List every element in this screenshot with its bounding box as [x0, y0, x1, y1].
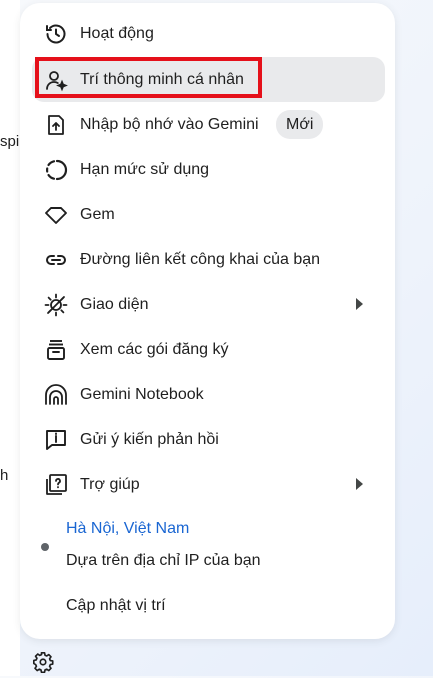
menu-item-personal-intelligence[interactable]: Trí thông minh cá nhân	[20, 57, 395, 102]
link-icon	[42, 246, 70, 274]
subscription-icon	[42, 336, 70, 364]
background-panel	[0, 0, 20, 676]
menu-item-label: Gem	[80, 205, 115, 223]
menu-item-usage-limit[interactable]: Hạn mức sử dụng	[20, 147, 395, 192]
menu-item-theme[interactable]: Giao diện	[20, 282, 395, 327]
menu-item-label: Trí thông minh cá nhân	[80, 70, 244, 88]
location-dot	[41, 543, 49, 551]
notebook-icon	[42, 381, 70, 409]
usage-limit-icon	[42, 156, 70, 184]
menu-item-label: Nhập bộ nhớ vào Gemini	[80, 115, 259, 133]
settings-gear-icon[interactable]	[32, 651, 54, 674]
menu-item-label: Xem các gói đăng ký	[80, 340, 229, 358]
menu-item-subscriptions[interactable]: Xem các gói đăng ký	[20, 327, 395, 372]
menu-item-label: Hạn mức sử dụng	[80, 160, 210, 178]
background-text-fragment: h	[0, 467, 9, 484]
theme-icon	[42, 291, 70, 319]
chevron-right-icon	[356, 478, 363, 490]
personal-intelligence-icon	[42, 66, 70, 94]
menu-item-label: Trợ giúp	[80, 475, 140, 493]
location-city: Hà Nội, Việt Nam	[66, 520, 190, 537]
history-icon	[42, 20, 70, 48]
gem-icon	[42, 201, 70, 229]
chevron-right-icon	[356, 298, 363, 310]
menu-item-help[interactable]: Trợ giúp	[20, 462, 395, 507]
update-location-link[interactable]: Cập nhật vị trí	[66, 597, 166, 615]
help-icon	[42, 471, 70, 499]
feedback-icon	[42, 426, 70, 454]
menu-item-label: Gửi ý kiến phản hồi	[80, 430, 219, 448]
menu-item-feedback[interactable]: Gửi ý kiến phản hồi	[20, 417, 395, 462]
menu-item-public-links[interactable]: Đường liên kết công khai của bạn	[20, 237, 395, 282]
menu-item-label: Giao diện	[80, 295, 149, 313]
menu-item-label: Gemini Notebook	[80, 385, 204, 403]
menu-item-gemini-notebook[interactable]: Gemini Notebook	[20, 372, 395, 417]
location-source: Dựa trên địa chỉ IP của bạn	[66, 552, 261, 569]
menu-item-import-memory[interactable]: Nhập bộ nhớ vào Gemini Mới	[20, 102, 395, 147]
new-badge: Mới	[276, 110, 324, 139]
menu-item-label: Hoạt động	[80, 24, 154, 42]
menu-item-activity[interactable]: Hoạt động	[20, 11, 395, 56]
settings-menu: Hoạt động Trí thông minh cá nhân Nhập bộ…	[20, 3, 395, 639]
menu-item-gem[interactable]: Gem	[20, 192, 395, 237]
menu-item-label: Đường liên kết công khai của bạn	[80, 250, 321, 268]
import-memory-icon	[42, 111, 70, 139]
